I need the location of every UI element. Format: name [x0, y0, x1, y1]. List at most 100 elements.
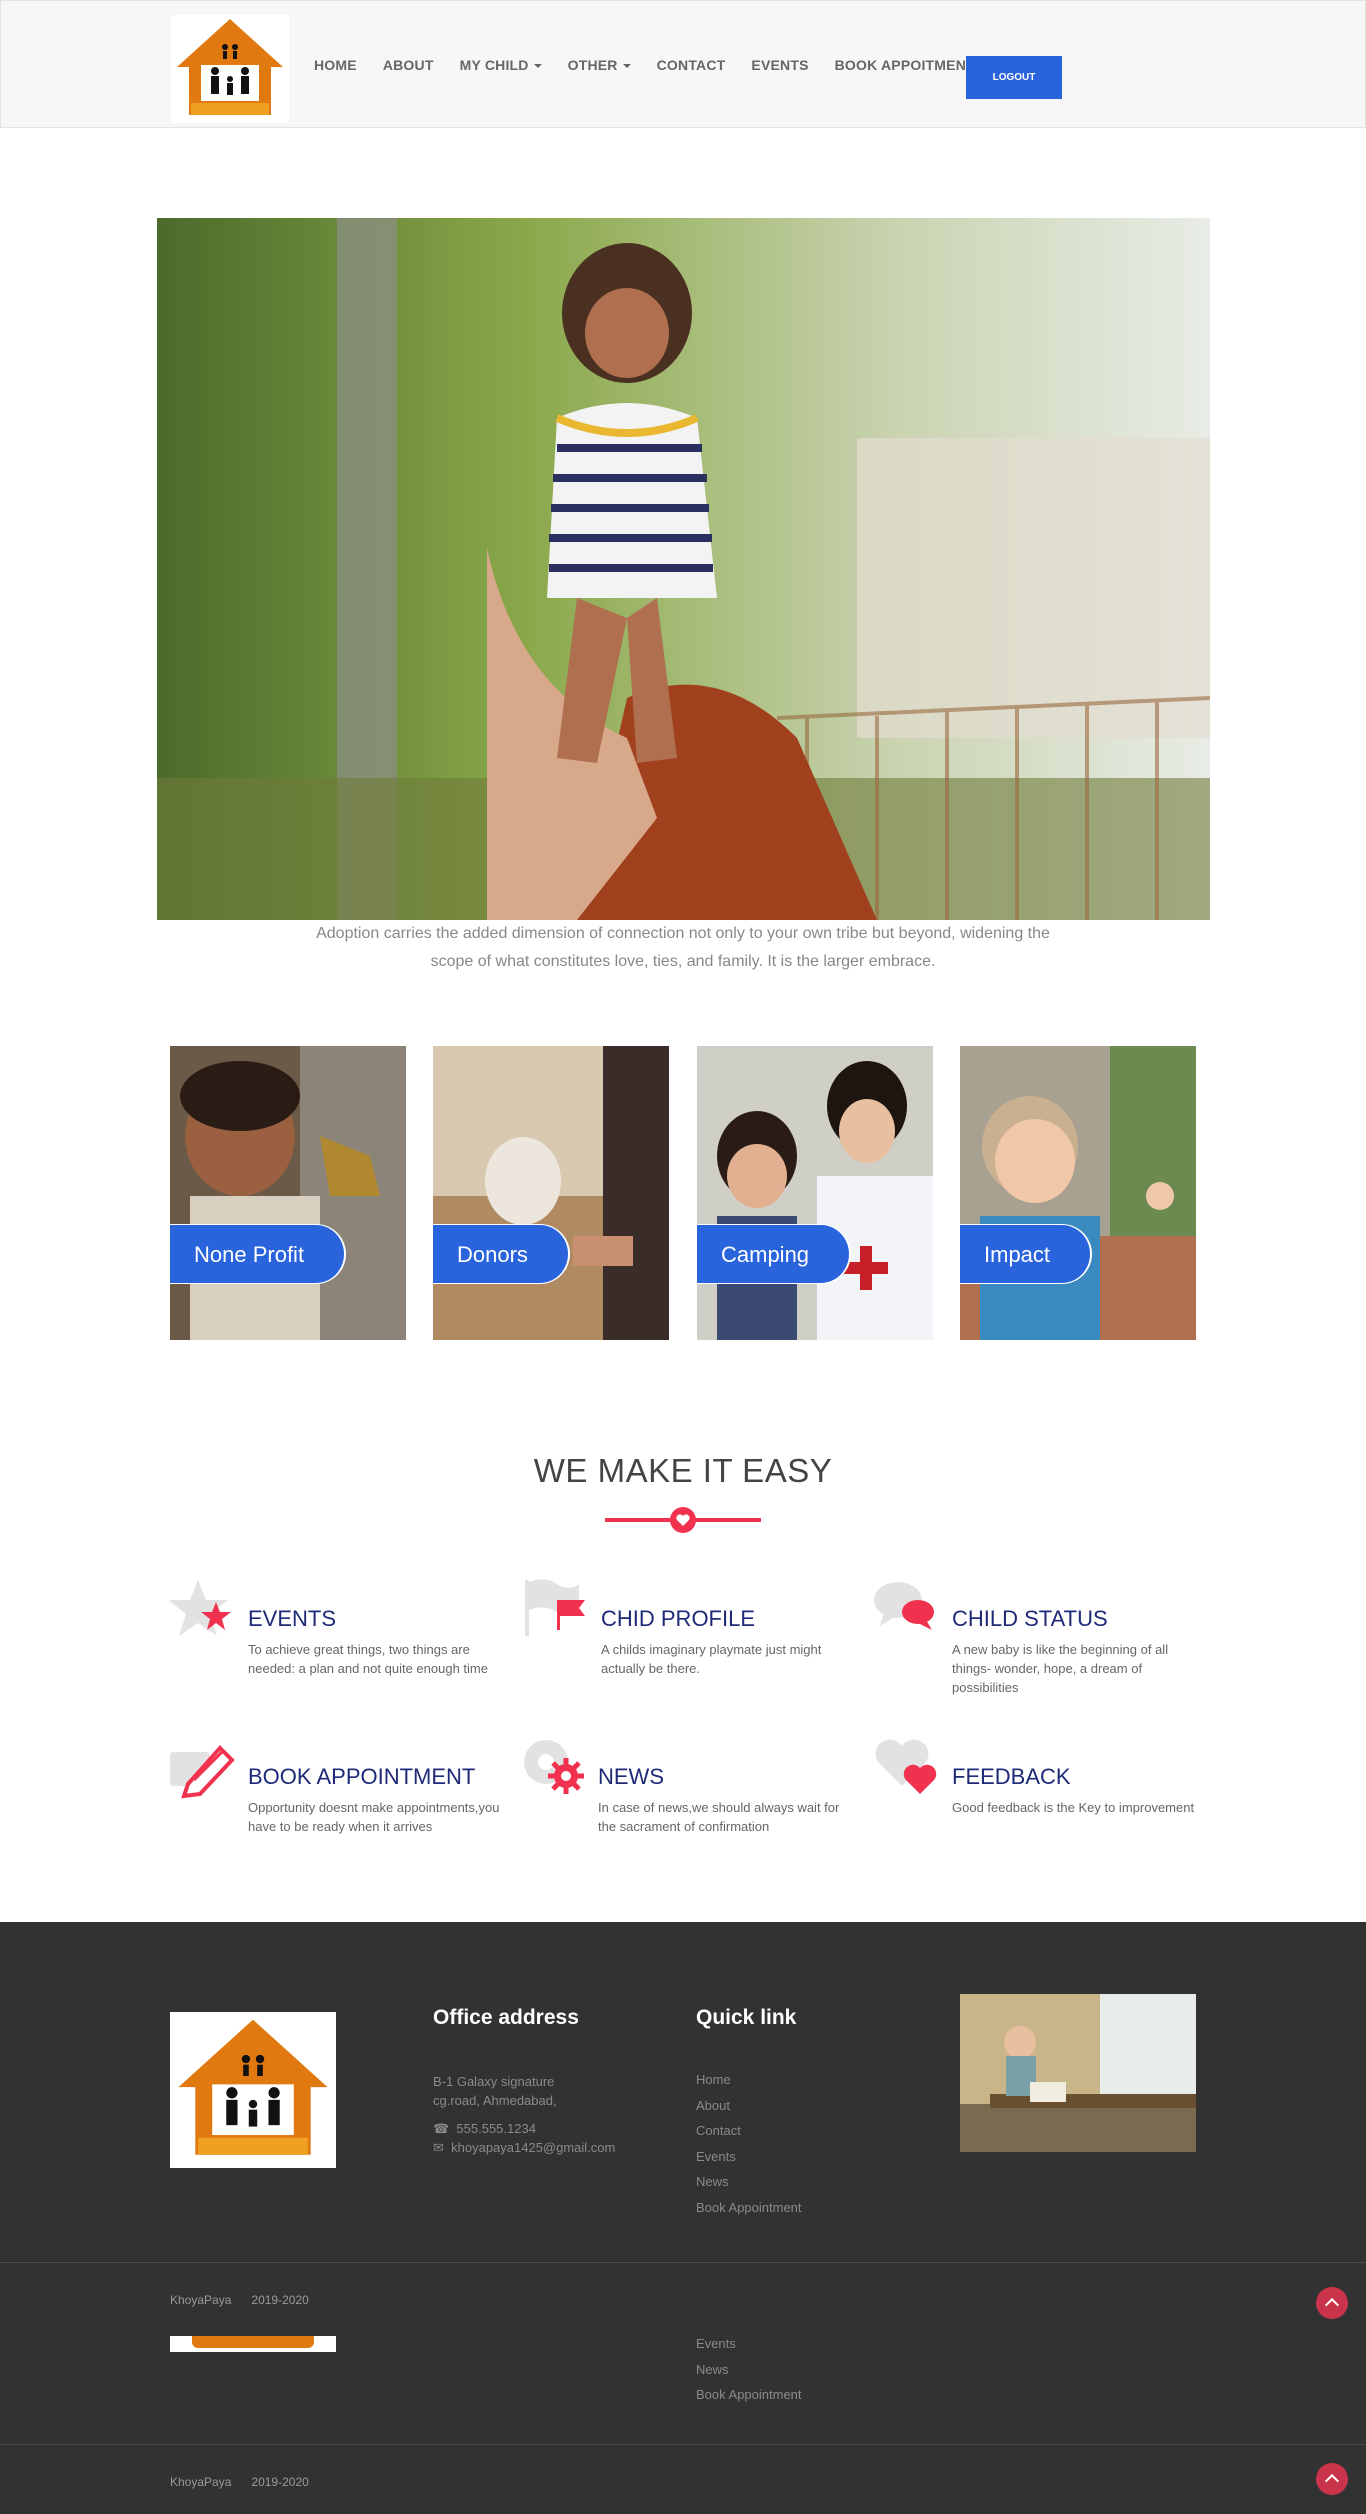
feature-description: To achieve great things, two things are …: [248, 1642, 488, 1676]
footer-link-events-repeat[interactable]: Events: [696, 2331, 802, 2357]
quick-links: Home About Contact Events News Book Appo…: [696, 2067, 802, 2220]
email-row[interactable]: ✉ khoyapaya1425@gmail.com: [433, 2138, 615, 2157]
feature-child-profile[interactable]: CHID PROFILE A childs imaginary playmate…: [523, 1578, 853, 1688]
back-to-top-button[interactable]: [1316, 2463, 1348, 2495]
card-label: None Profit: [170, 1224, 347, 1284]
footer-bottom-bar-repeat: KhoyaPaya 2019-2020: [0, 2444, 1366, 2514]
card-photo: [960, 1046, 1196, 1340]
footer-logo[interactable]: [170, 2012, 336, 2168]
navbar: HOME ABOUT MY CHILD OTHER CONTACT EVENTS…: [0, 0, 1366, 128]
card-label: Donors: [433, 1224, 570, 1284]
copyright-years: 2019-2020: [251, 2293, 309, 2307]
feature-title: CHILD STATUS: [952, 1606, 1108, 1631]
footer-link-contact[interactable]: Contact: [696, 2118, 802, 2144]
footer-link-book-appointment-repeat[interactable]: Book Appointment: [696, 2382, 802, 2408]
footer-bottom-bar: KhoyaPaya 2019-2020 Events News Book App…: [0, 2262, 1366, 2402]
card-photo: [433, 1046, 669, 1340]
feature-child-status[interactable]: CHILD STATUS A new baby is like the begi…: [874, 1578, 1204, 1695]
repeated-quick-links: Events News Book Appointment: [696, 2331, 802, 2408]
nav-other-label: OTHER: [567, 57, 618, 73]
footer-link-news-repeat[interactable]: News: [696, 2357, 802, 2383]
feature-description: A childs imaginary playmate just might a…: [601, 1642, 822, 1676]
email-address: khoyapaya1425@gmail.com: [451, 2140, 616, 2155]
envelope-icon: ✉: [433, 2140, 452, 2155]
footer-link-about[interactable]: About: [696, 2093, 802, 2119]
phone-row[interactable]: ☎ 555.555.1234: [433, 2119, 615, 2138]
nav-other[interactable]: OTHER: [568, 57, 631, 73]
office-address-heading: Office address: [433, 2006, 579, 2029]
caret-down-icon: [533, 64, 542, 69]
back-to-top-button[interactable]: [1316, 2287, 1348, 2319]
house-logo-icon: [178, 2019, 328, 2155]
footer-link-home[interactable]: Home: [696, 2067, 802, 2093]
contact-info: ☎ 555.555.1234 ✉ khoyapaya1425@gmail.com: [433, 2119, 615, 2157]
phone-number: 555.555.1234: [456, 2121, 536, 2136]
feature-description: A new baby is like the beginning of all …: [952, 1642, 1169, 1695]
feature-events[interactable]: EVENTS To achieve great things, two thin…: [170, 1578, 500, 1688]
feature-title: CHID PROFILE: [601, 1606, 756, 1631]
house-logo-icon: [177, 19, 283, 115]
copyright: KhoyaPaya 2019-2020: [170, 2475, 309, 2489]
feature-book-appointment[interactable]: BOOK APPOINTMENT Opportunity doesnt make…: [170, 1736, 500, 1836]
copyright-years: 2019-2020: [251, 2475, 309, 2489]
feature-title: NEWS: [598, 1764, 664, 1789]
card-photo: [170, 1046, 406, 1340]
footer-link-book-appointment[interactable]: Book Appointment: [696, 2195, 802, 2221]
flag-icon: [525, 1579, 585, 1636]
footer-link-news[interactable]: News: [696, 2169, 802, 2195]
footer-photo-illustration: [960, 1994, 1196, 2152]
copyright: KhoyaPaya 2019-2020: [170, 2293, 309, 2307]
nav-about-label: ABOUT: [382, 57, 434, 73]
quick-link-heading: Quick link: [696, 2006, 797, 2029]
logo-banner-fragment: [192, 2336, 314, 2348]
heart-icon: [875, 1739, 937, 1794]
pencil-icon: [170, 1745, 235, 1799]
nav-book-appointment[interactable]: BOOK APPOITMENT: [835, 57, 975, 73]
footer-link-events[interactable]: Events: [696, 2144, 802, 2170]
card-label: Impact: [960, 1224, 1093, 1284]
caret-down-icon: [622, 64, 631, 69]
hero-photo-illustration: [157, 218, 1210, 920]
office-address: B-1 Galaxy signature cg.road, Ahmedabad,: [433, 2072, 557, 2110]
footer-photo: [960, 1994, 1196, 2152]
logout-button[interactable]: LOGOUT: [966, 56, 1062, 99]
hero-caption: Adoption carries the added dimension of …: [316, 925, 1050, 970]
copyright-brand: KhoyaPaya: [170, 2475, 232, 2489]
nav-events-label: EVENTS: [751, 57, 809, 73]
feature-title: FEEDBACK: [952, 1764, 1071, 1789]
nav-home[interactable]: HOME: [314, 57, 357, 73]
nav-events[interactable]: EVENTS: [751, 57, 808, 73]
footer-logo-fragment: [170, 2336, 336, 2352]
feature-title: BOOK APPOINTMENT: [248, 1764, 476, 1789]
nav-contact[interactable]: CONTACT: [657, 57, 726, 73]
feature-title: EVENTS: [248, 1606, 337, 1631]
card-camping[interactable]: Camping: [697, 1046, 933, 1340]
address-line-2: cg.road, Ahmedabad,: [433, 2093, 557, 2108]
feature-description: Good feedback is the Key to improvement: [952, 1800, 1195, 1815]
card-donors[interactable]: Donors: [433, 1046, 669, 1340]
site-logo[interactable]: [171, 15, 289, 123]
nav-about[interactable]: ABOUT: [383, 57, 434, 73]
nav-my-child-label: MY CHILD: [459, 57, 529, 73]
nav-contact-label: CONTACT: [656, 57, 726, 73]
footer: Office address B-1 Galaxy signature cg.r…: [0, 1922, 1366, 2514]
hero-image: [157, 218, 1210, 920]
main-nav: HOME ABOUT MY CHILD OTHER CONTACT EVENTS…: [301, 1, 988, 129]
feature-description: In case of news,we should always wait fo…: [598, 1800, 840, 1834]
chat-bubble-icon: [874, 1582, 934, 1630]
heart-divider-icon: [605, 1507, 761, 1533]
star-icon: [170, 1580, 231, 1636]
copyright-brand: KhoyaPaya: [170, 2293, 232, 2307]
feature-news[interactable]: NEWS In case of news,we should always wa…: [520, 1736, 850, 1836]
card-photo: [697, 1046, 933, 1340]
phone-icon: ☎: [433, 2121, 457, 2136]
address-line-1: B-1 Galaxy signature: [433, 2074, 555, 2089]
card-impact[interactable]: Impact: [960, 1046, 1196, 1340]
nav-book-appointment-label: BOOK APPOITMENT: [834, 57, 975, 73]
gear-icon: [524, 1740, 584, 1794]
card-label: Camping: [697, 1224, 852, 1284]
feature-feedback[interactable]: FEEDBACK Good feedback is the Key to imp…: [874, 1736, 1204, 1836]
section-title: WE MAKE IT EASY: [533, 1452, 833, 1489]
card-none-profit[interactable]: None Profit: [170, 1046, 406, 1340]
nav-my-child[interactable]: MY CHILD: [460, 57, 542, 73]
